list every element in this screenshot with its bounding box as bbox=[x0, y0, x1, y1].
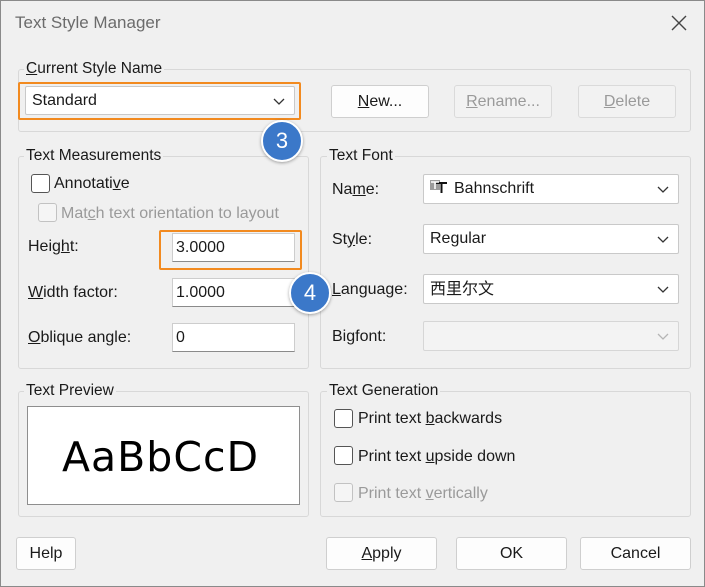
print-vertically-checkbox[interactable] bbox=[334, 483, 353, 502]
close-button[interactable] bbox=[661, 7, 697, 39]
step-badge-4: 4 bbox=[289, 272, 331, 314]
annotative-checkbox[interactable] bbox=[31, 174, 50, 193]
ok-button[interactable]: OK bbox=[456, 537, 567, 570]
text-preview-label: Text Preview bbox=[24, 382, 116, 400]
font-style-label: Style: bbox=[332, 231, 373, 248]
language-label: Language: bbox=[332, 281, 408, 298]
language-select[interactable]: 西里尔文 bbox=[423, 274, 679, 304]
close-icon bbox=[671, 15, 687, 31]
font-name-select[interactable]: Bahnschrift bbox=[423, 174, 679, 204]
match-orientation-label: Match text orientation to layout bbox=[61, 205, 279, 222]
chevron-down-icon bbox=[657, 236, 669, 243]
font-style-value: Regular bbox=[430, 230, 487, 247]
new-button[interactable]: New... bbox=[331, 85, 429, 118]
style-name-value: Standard bbox=[32, 92, 97, 109]
font-style-select[interactable]: Regular bbox=[423, 224, 679, 254]
font-name-value: Bahnschrift bbox=[454, 180, 535, 197]
rename-button[interactable]: Rename... bbox=[454, 85, 552, 118]
truetype-font-icon bbox=[430, 180, 447, 193]
bigfont-label: Bigfont: bbox=[332, 328, 387, 345]
height-label: Height: bbox=[28, 238, 79, 255]
bigfont-select[interactable] bbox=[423, 321, 679, 351]
print-backwards-checkbox[interactable] bbox=[334, 409, 353, 428]
text-generation-label: Text Generation bbox=[327, 382, 441, 400]
chevron-down-icon bbox=[657, 333, 669, 340]
preview-sample-text: AaBbCcD bbox=[62, 433, 260, 481]
help-button[interactable]: Help bbox=[16, 537, 76, 570]
delete-button[interactable]: Delete bbox=[578, 85, 676, 118]
chevron-down-icon bbox=[657, 186, 669, 193]
title-bar: Text Style Manager bbox=[1, 1, 704, 45]
apply-button[interactable]: Apply bbox=[326, 537, 437, 570]
print-backwards-label: Print text backwards bbox=[358, 410, 503, 427]
chevron-down-icon bbox=[273, 98, 285, 105]
print-upside-down-checkbox[interactable] bbox=[334, 446, 353, 465]
current-style-group-label: Current Style Name bbox=[24, 60, 165, 78]
height-input[interactable]: 3.0000 bbox=[172, 233, 295, 262]
step-badge-3: 3 bbox=[261, 120, 303, 162]
width-factor-label: Width factor: bbox=[28, 284, 118, 301]
text-style-manager-dialog: Text Style Manager Current Style Name St… bbox=[0, 0, 705, 587]
oblique-angle-label: Oblique angle: bbox=[28, 329, 132, 346]
cancel-button[interactable]: Cancel bbox=[580, 537, 691, 570]
print-upside-down-label: Print text upside down bbox=[358, 448, 516, 465]
print-vertically-label: Print text vertically bbox=[358, 485, 488, 502]
annotative-label: Annotative bbox=[54, 175, 130, 192]
font-name-label: Name: bbox=[332, 181, 380, 198]
match-orientation-checkbox[interactable] bbox=[38, 203, 57, 222]
preview-box: AaBbCcD bbox=[27, 406, 300, 505]
text-font-label: Text Font bbox=[327, 147, 395, 165]
width-factor-input[interactable]: 1.0000 bbox=[172, 278, 295, 307]
language-value: 西里尔文 bbox=[430, 279, 495, 298]
style-name-select[interactable]: Standard bbox=[25, 86, 295, 115]
oblique-angle-input[interactable]: 0 bbox=[172, 323, 295, 352]
window-title: Text Style Manager bbox=[15, 13, 161, 32]
text-measurements-label: Text Measurements bbox=[24, 147, 164, 165]
chevron-down-icon bbox=[657, 286, 669, 293]
